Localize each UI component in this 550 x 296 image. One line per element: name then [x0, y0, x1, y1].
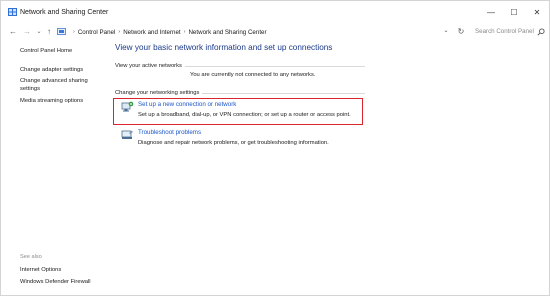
new-connection-icon: [121, 101, 134, 112]
window-title: Network and Sharing Center: [20, 9, 109, 16]
no-network-status: You are currently not connected to any n…: [190, 72, 316, 78]
page-title: View your basic network information and …: [115, 43, 333, 52]
sidebar-item-media-streaming-options[interactable]: Media streaming options: [20, 97, 83, 105]
search-input[interactable]: Search Control Panel: [471, 25, 548, 39]
maximize-icon: ☐: [510, 8, 518, 17]
sidebar-item-change-advanced-sharing[interactable]: Change advanced sharing: [20, 77, 88, 85]
left-task-pane: Control Panel Home Change adapter settin…: [1, 41, 109, 295]
breadcrumb-network-sharing-center[interactable]: Network and Sharing Center: [188, 29, 266, 36]
see-also-internet-options[interactable]: Internet Options: [20, 266, 61, 274]
navigation-bar: ← → ⌄ ↑ › Control Panel › Network and In…: [1, 23, 549, 41]
title-bar: Network and Sharing Center — ☐ ✕: [1, 1, 549, 23]
forward-button[interactable]: →: [22, 26, 32, 38]
setup-connection-description: Set up a broadband, dial-up, or VPN conn…: [138, 112, 351, 118]
network-center-icon: [8, 8, 17, 16]
setup-connection-link[interactable]: Set up a new connection or network: [138, 101, 236, 109]
search-placeholder: Search Control Panel: [475, 28, 534, 35]
troubleshoot-description: Diagnose and repair network problems, or…: [138, 140, 329, 146]
breadcrumb-separator: ›: [118, 29, 121, 35]
close-icon: ✕: [533, 8, 541, 17]
recent-locations-button[interactable]: ⌄: [35, 26, 43, 38]
control-panel-icon: [57, 28, 66, 35]
search-icon: [537, 28, 545, 36]
active-networks-heading: View your active networks: [115, 63, 185, 69]
sidebar-item-control-panel-home[interactable]: Control Panel Home: [20, 47, 72, 55]
sidebar-item-change-advanced-sharing-cont[interactable]: settings: [20, 85, 40, 93]
up-button[interactable]: ↑: [44, 26, 54, 38]
troubleshoot-link[interactable]: Troubleshoot problems: [138, 129, 201, 137]
breadcrumb-control-panel[interactable]: Control Panel: [78, 29, 116, 36]
back-button[interactable]: ←: [8, 26, 18, 38]
main-content: View your basic network information and …: [109, 41, 549, 295]
troubleshoot-icon: [121, 130, 133, 139]
minimize-icon: —: [487, 8, 495, 17]
refresh-icon[interactable]: ↻: [456, 26, 466, 38]
see-also-windows-defender-firewall[interactable]: Windows Defender Firewall: [20, 278, 91, 286]
close-button[interactable]: ✕: [522, 5, 550, 21]
breadcrumb-network-internet[interactable]: Network and Internet: [123, 29, 180, 36]
sidebar-item-change-adapter-settings[interactable]: Change adapter settings: [20, 66, 83, 74]
network-sharing-center-window: Network and Sharing Center — ☐ ✕ ← → ⌄ ↑…: [0, 0, 550, 296]
breadcrumb-separator: ›: [183, 29, 186, 35]
see-also-heading: See also: [20, 254, 42, 260]
address-dropdown-icon[interactable]: ⌄: [442, 27, 450, 34]
breadcrumb-separator: ›: [73, 29, 75, 35]
networking-settings-heading: Change your networking settings: [115, 90, 203, 96]
address-bar[interactable]: › Control Panel › Network and Internet ›…: [57, 25, 449, 39]
